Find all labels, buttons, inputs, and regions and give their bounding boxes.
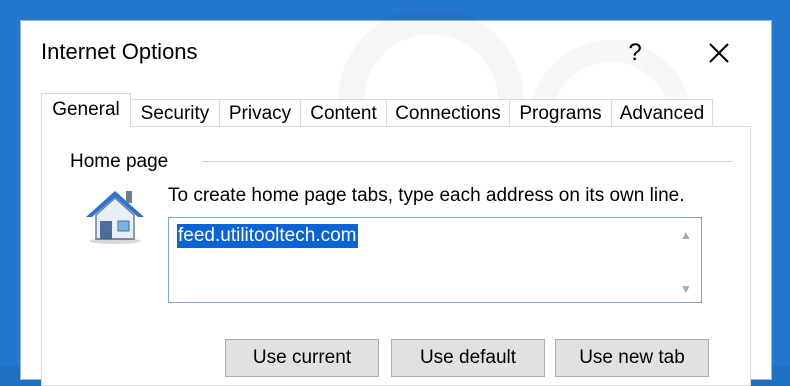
group-divider bbox=[202, 161, 732, 162]
tab-advanced[interactable]: Advanced bbox=[611, 99, 713, 127]
help-button[interactable]: ? bbox=[617, 35, 653, 71]
tab-privacy[interactable]: Privacy bbox=[219, 99, 301, 127]
tab-security[interactable]: Security bbox=[130, 99, 220, 127]
scroll-down-icon[interactable]: ▼ bbox=[679, 282, 693, 296]
use-new-tab-button[interactable]: Use new tab bbox=[555, 339, 709, 377]
tab-programs[interactable]: Programs bbox=[509, 99, 612, 127]
general-tab-panel: Home page To create home page tabs, type… bbox=[41, 126, 751, 386]
close-button[interactable] bbox=[701, 35, 737, 71]
house-icon bbox=[86, 191, 144, 244]
use-current-button[interactable]: Use current bbox=[225, 339, 379, 377]
title-bar: Internet Options ? bbox=[21, 21, 771, 85]
tab-strip: General Security Privacy Content Connect… bbox=[41, 93, 741, 127]
tab-connections[interactable]: Connections bbox=[386, 99, 510, 127]
home-page-instruction: To create home page tabs, type each addr… bbox=[168, 185, 685, 206]
tab-general[interactable]: General bbox=[41, 93, 131, 127]
window-title: Internet Options bbox=[41, 39, 198, 64]
use-default-button[interactable]: Use default bbox=[391, 339, 545, 377]
home-page-group-label: Home page bbox=[70, 151, 175, 173]
close-icon bbox=[709, 43, 729, 63]
scroll-up-icon[interactable]: ▲ bbox=[679, 228, 693, 242]
tab-content[interactable]: Content bbox=[300, 99, 387, 127]
home-page-address-field[interactable]: feed.utilitooltech.com ▲ ▼ bbox=[168, 217, 702, 303]
home-page-address-text: feed.utilitooltech.com bbox=[177, 224, 358, 248]
internet-options-dialog: Internet Options ? General Security Priv… bbox=[20, 20, 772, 386]
